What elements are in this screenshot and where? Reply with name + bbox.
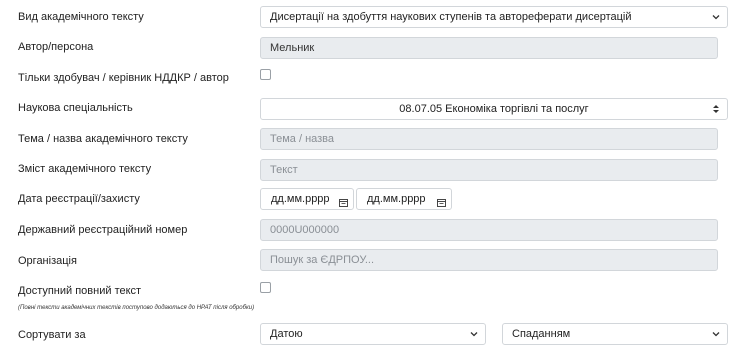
title-label: Тема / назва академічного тексту: [18, 133, 188, 145]
content-input[interactable]: Текст: [260, 159, 718, 181]
updown-icon: [711, 99, 721, 119]
date-from-placeholder: дд.мм.рррр: [271, 193, 330, 205]
title-input[interactable]: Тема / назва: [260, 128, 718, 150]
full-text-label: Доступний повний текст: [18, 285, 142, 297]
chevron-down-icon: [469, 324, 479, 344]
full-text-checkbox[interactable]: [260, 282, 271, 293]
type-select-value: Дисертації на здобуття наукових ступенів…: [270, 11, 632, 23]
calendar-icon[interactable]: [339, 194, 348, 214]
date-from-input[interactable]: дд.мм.рррр: [260, 188, 354, 210]
specialty-select-value: 08.07.05 Економіка торгівлі та послуг: [399, 103, 589, 115]
sort-order-select[interactable]: Спаданням: [502, 323, 728, 345]
organization-input[interactable]: Пошук за ЄДРПОУ...: [260, 249, 718, 271]
sort-field-select[interactable]: Датою: [260, 323, 486, 345]
author-label: Автор/персона: [18, 41, 94, 53]
specialty-label: Наукова спеціальність: [18, 102, 133, 114]
full-text-note: (Повні тексти академічних текстів поступ…: [18, 305, 255, 311]
only-applicant-label: Тільки здобувач / керівник НДДКР / автор: [18, 72, 229, 84]
specialty-select[interactable]: 08.07.05 Економіка торгівлі та послуг: [260, 98, 728, 120]
reg-number-label: Державний реєстраційний номер: [18, 224, 188, 236]
date-to-placeholder: дд.мм.рррр: [367, 193, 426, 205]
calendar-icon[interactable]: [437, 194, 446, 214]
sort-order-value: Спаданням: [512, 328, 571, 340]
sort-label: Сортувати за: [18, 329, 86, 341]
type-select[interactable]: Дисертації на здобуття наукових ступенів…: [260, 6, 728, 28]
organization-label: Організація: [18, 255, 77, 267]
reg-number-input[interactable]: 0000U000000: [260, 219, 718, 241]
chevron-down-icon: [711, 324, 721, 344]
chevron-down-icon: [711, 7, 721, 27]
content-label: Зміст академічного тексту: [18, 163, 152, 175]
date-to-input[interactable]: дд.мм.рррр: [356, 188, 452, 210]
only-applicant-checkbox[interactable]: [260, 69, 271, 80]
date-label: Дата реєстрації/захисту: [18, 193, 140, 205]
sort-field-value: Датою: [270, 328, 303, 340]
type-label: Вид академічного тексту: [18, 11, 144, 23]
author-input[interactable]: Мельник: [260, 37, 718, 59]
